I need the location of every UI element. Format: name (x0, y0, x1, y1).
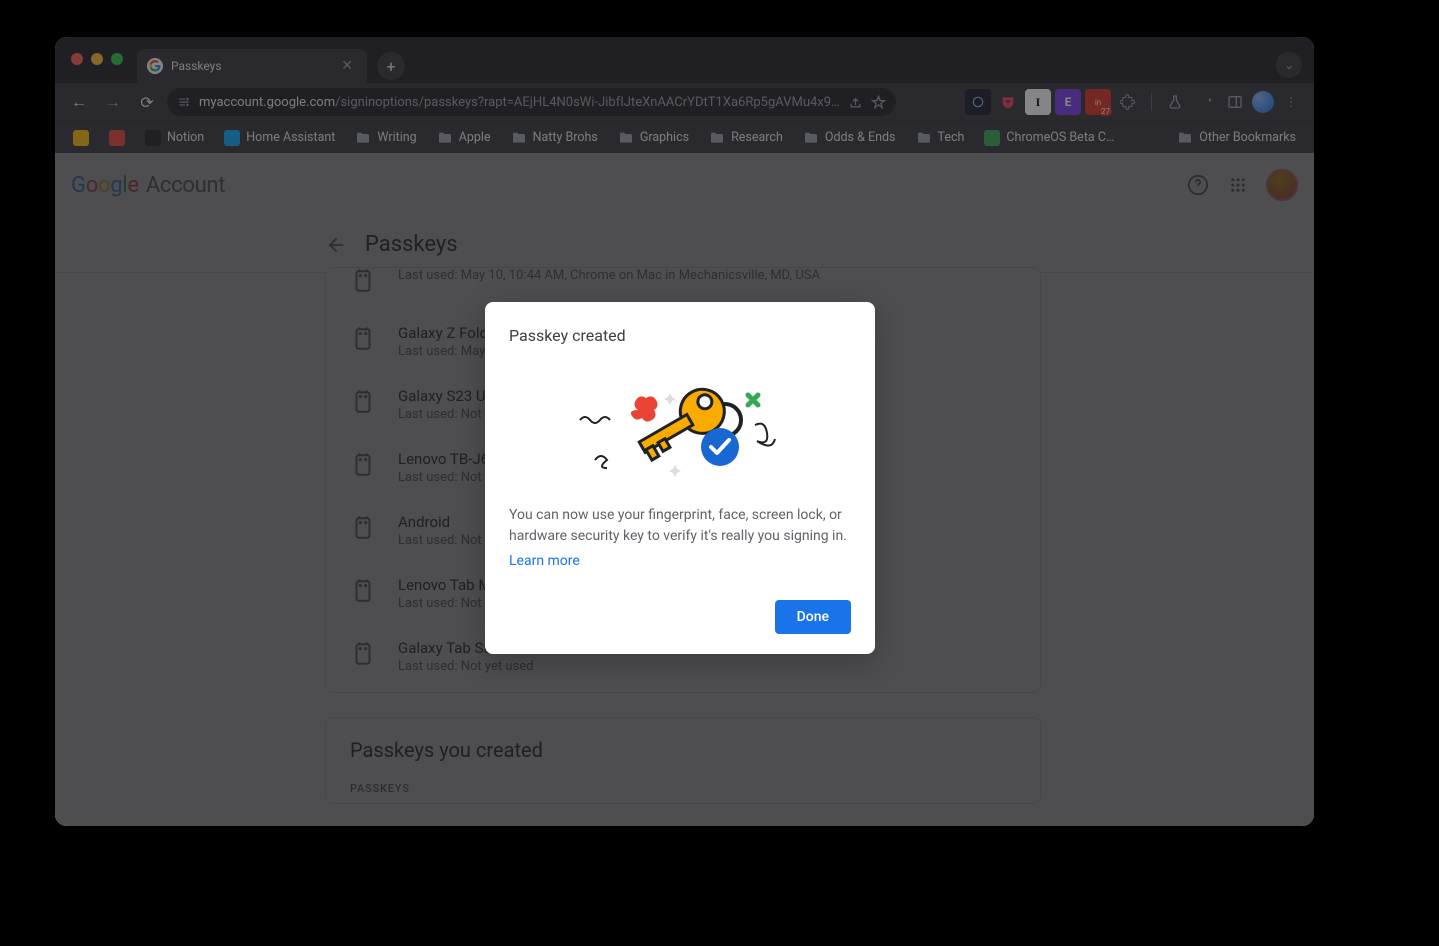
browser-window: Passkeys ✕ + ⌄ ← → ⟳ myaccount.google.co… (55, 37, 1314, 826)
modal-scrim-chrome (55, 37, 1314, 153)
learn-more-link[interactable]: Learn more (509, 551, 851, 572)
done-button[interactable]: Done (775, 600, 851, 634)
dialog-title: Passkey created (509, 326, 851, 345)
dialog-illustration (509, 355, 851, 495)
dialog-body: You can now use your fingerprint, face, … (509, 505, 851, 572)
passkey-created-dialog: Passkey created (485, 302, 875, 654)
dialog-actions: Done (509, 600, 851, 634)
dialog-body-text: You can now use your fingerprint, face, … (509, 507, 847, 544)
